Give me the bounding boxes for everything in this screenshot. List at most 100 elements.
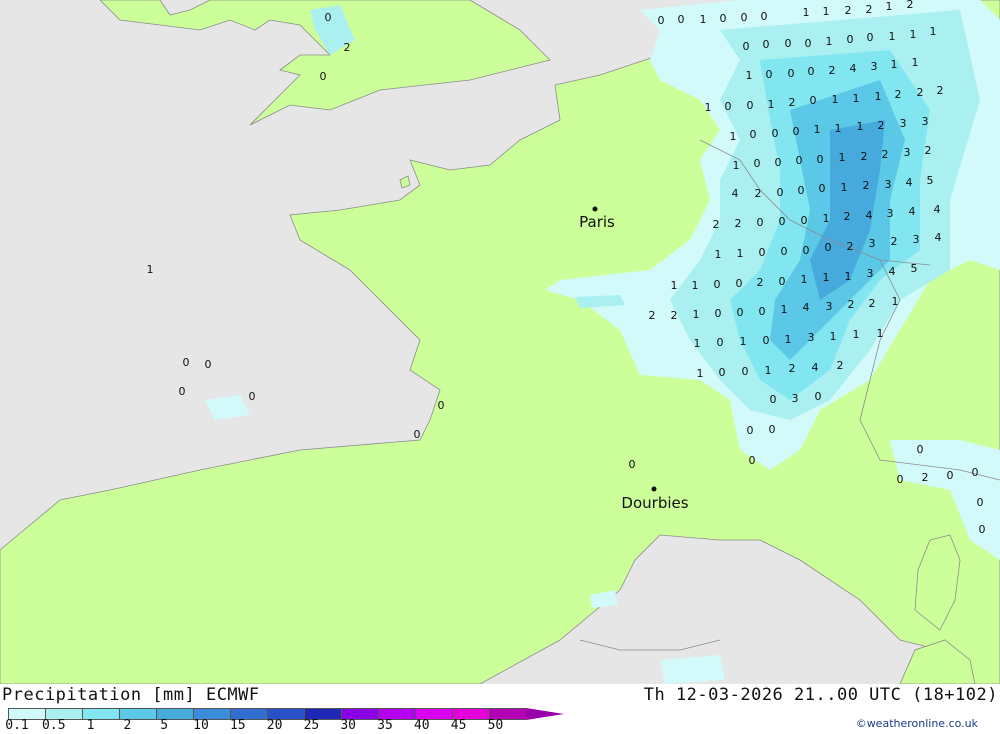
legend-tick: 45 — [450, 718, 467, 733]
precip-value-label: 0 — [183, 356, 190, 369]
precip-value-label: 0 — [815, 390, 822, 403]
precip-value-label: 0 — [810, 94, 817, 107]
precip-value-label: 2 — [649, 309, 656, 322]
precip-value-label: 1 — [737, 247, 744, 260]
precip-value-label: 2 — [937, 84, 944, 97]
precip-value-label: 4 — [850, 62, 857, 75]
precip-value-label: 0 — [747, 99, 754, 112]
precip-value-label: 2 — [922, 471, 929, 484]
precip-value-label: 2 — [917, 86, 924, 99]
precip-value-label: 5 — [927, 174, 934, 187]
precip-value-label: 2 — [845, 4, 852, 17]
precip-value-label: 2 — [671, 309, 678, 322]
precip-value-label: 0 — [819, 182, 826, 195]
precip-value-label: 0 — [770, 393, 777, 406]
legend-tick: 25 — [303, 718, 320, 733]
precip-value-label: 0 — [719, 366, 726, 379]
precip-value-label: 1 — [877, 327, 884, 340]
precip-value-label: 2 — [755, 187, 762, 200]
precip-value-label: 1 — [832, 93, 839, 106]
precip-value-label: 1 — [912, 56, 919, 69]
precip-value-label: 0 — [897, 473, 904, 486]
precip-value-label: 3 — [887, 207, 894, 220]
legend-tick: 0.1 — [5, 718, 29, 733]
precip-value-label: 1 — [705, 101, 712, 114]
precip-value-label: 1 — [826, 35, 833, 48]
legend-tick: 35 — [377, 718, 393, 733]
precip-value-label: 1 — [803, 6, 810, 19]
precip-value-label: 0 — [750, 128, 757, 141]
precip-value-label: 0 — [749, 454, 756, 467]
precip-value-label: 0 — [325, 11, 332, 24]
precip-value-label: 0 — [743, 40, 750, 53]
legend-tick: 10 — [193, 718, 209, 733]
precip-value-label: 1 — [910, 28, 917, 41]
precip-value-label: 1 — [785, 333, 792, 346]
precip-value-label: 0 — [972, 466, 979, 479]
legend-tick: 2 — [123, 718, 132, 733]
precip-value-label: 2 — [837, 359, 844, 372]
precip-value-label: 0 — [772, 127, 779, 140]
precip-value-label: 1 — [853, 328, 860, 341]
precip-value-label: 2 — [861, 150, 868, 163]
precip-value-label: 0 — [977, 496, 984, 509]
precip-value-label: 2 — [757, 276, 764, 289]
precip-value-label: 2 — [891, 235, 898, 248]
precip-value-label: 1 — [765, 364, 772, 377]
legend-tick: 20 — [266, 718, 283, 733]
precip-value-label: 0 — [825, 241, 832, 254]
precip-value-label: 1 — [697, 367, 704, 380]
precip-value-label: 1 — [930, 25, 937, 38]
precip-value-label: 0 — [947, 469, 954, 482]
precip-value-label: 0 — [808, 65, 815, 78]
precip-value-label: 2 — [713, 218, 720, 231]
precip-value-label: 3 — [900, 117, 907, 130]
precip-value-label: 2 — [866, 3, 873, 16]
precip-value-label: 0 — [769, 423, 776, 436]
precip-value-label: 1 — [740, 335, 747, 348]
city-label-dourbies: Dourbies — [621, 494, 688, 512]
precip-value-label: 3 — [869, 237, 876, 250]
precip-value-label: 1 — [886, 0, 893, 13]
precip-value-label: 2 — [344, 41, 351, 54]
precip-value-label: 5 — [911, 262, 918, 275]
precip-value-label: 0 — [320, 70, 327, 83]
precip-area-small — [205, 395, 250, 420]
precip-value-label: 3 — [885, 178, 892, 191]
border-line — [579, 639, 721, 651]
credit-link[interactable]: ©weatheronline.co.uk — [856, 717, 978, 730]
precip-value-label: 0 — [757, 216, 764, 229]
land-island — [399, 175, 411, 189]
precip-value-label: 4 — [803, 301, 810, 314]
precip-value-label: 0 — [817, 153, 824, 166]
legend-tick: 15 — [229, 718, 246, 733]
precip-value-label: 2 — [844, 210, 851, 223]
precip-value-label: 2 — [895, 88, 902, 101]
precip-value-label: 2 — [847, 240, 854, 253]
precip-value-label: 1 — [700, 13, 707, 26]
precip-value-label: 0 — [798, 184, 805, 197]
precip-value-label: 1 — [715, 248, 722, 261]
precip-value-label: 0 — [742, 365, 749, 378]
precip-value-label: 1 — [845, 270, 852, 283]
precip-value-label: 1 — [768, 98, 775, 111]
precip-value-label: 4 — [906, 176, 913, 189]
precip-value-label: 1 — [839, 151, 846, 164]
precip-value-label: 1 — [889, 30, 896, 43]
precip-value-label: 1 — [841, 181, 848, 194]
precip-value-label: 2 — [863, 179, 870, 192]
legend-tick: 5 — [160, 718, 169, 733]
precip-value-label: 1 — [823, 271, 830, 284]
precip-value-label: 0 — [803, 244, 810, 257]
map-timestamp: Th 12-03-2026 21..00 UTC (18+102) — [643, 685, 998, 705]
precip-value-label: 0 — [629, 458, 636, 471]
legend-tick: 30 — [340, 718, 357, 733]
precip-value-label: 3 — [808, 331, 815, 344]
precip-value-label: 2 — [882, 148, 889, 161]
precip-value-label: 3 — [913, 233, 920, 246]
precip-value-label: 0 — [763, 334, 770, 347]
precip-value-label: 4 — [934, 203, 941, 216]
precip-value-label: 2 — [869, 297, 876, 310]
legend-arrow-icon — [526, 708, 564, 720]
precip-value-label: 4 — [935, 231, 942, 244]
